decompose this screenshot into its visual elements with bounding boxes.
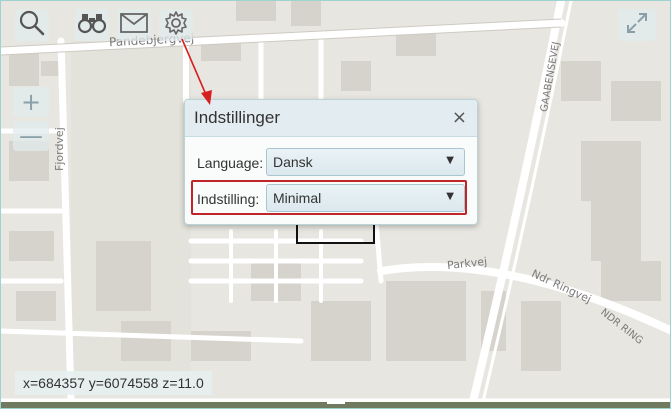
search-button[interactable] [15, 9, 49, 41]
zoom-in-button[interactable]: + [13, 87, 49, 117]
gear-icon [163, 10, 189, 41]
language-select[interactable]: Dansk ▼ [266, 148, 465, 176]
chevron-down-icon: ▼ [446, 155, 454, 166]
setting-row: Indstilling: Minimal ▼ [185, 180, 477, 215]
dialog-header: Indstillinger × [185, 100, 477, 137]
zoom-out-button[interactable]: — [13, 121, 49, 151]
binoculars-icon [77, 12, 107, 39]
language-select-value: Dansk [273, 154, 313, 170]
settings-button[interactable] [159, 9, 193, 41]
search-icon [19, 10, 45, 41]
setting-label: Indstilling: [197, 191, 260, 207]
coordinate-readout: x=684357 y=6074558 z=11.0 [15, 371, 212, 395]
language-row: Language: Dansk ▼ [185, 148, 477, 178]
street-label-fjordvej: Fjordvej [53, 127, 66, 171]
close-icon[interactable]: × [452, 107, 467, 128]
email-button[interactable] [117, 9, 151, 41]
envelope-icon [120, 12, 148, 38]
settings-dialog: Indstillinger × Language: Dansk ▼ Indsti… [184, 99, 478, 225]
binoculars-button[interactable] [75, 9, 109, 41]
map-canvas[interactable]: Pandebjergvej Fjordvej GAABENSEVEJ Parkv… [0, 0, 671, 409]
chevron-down-icon: ▼ [446, 191, 454, 202]
setting-select[interactable]: Minimal ▼ [266, 184, 465, 212]
language-label: Language: [197, 155, 264, 171]
dialog-title: Indstillinger [194, 108, 280, 127]
expand-icon [626, 12, 648, 39]
fullscreen-button[interactable] [618, 9, 656, 41]
setting-select-value: Minimal [273, 190, 322, 206]
